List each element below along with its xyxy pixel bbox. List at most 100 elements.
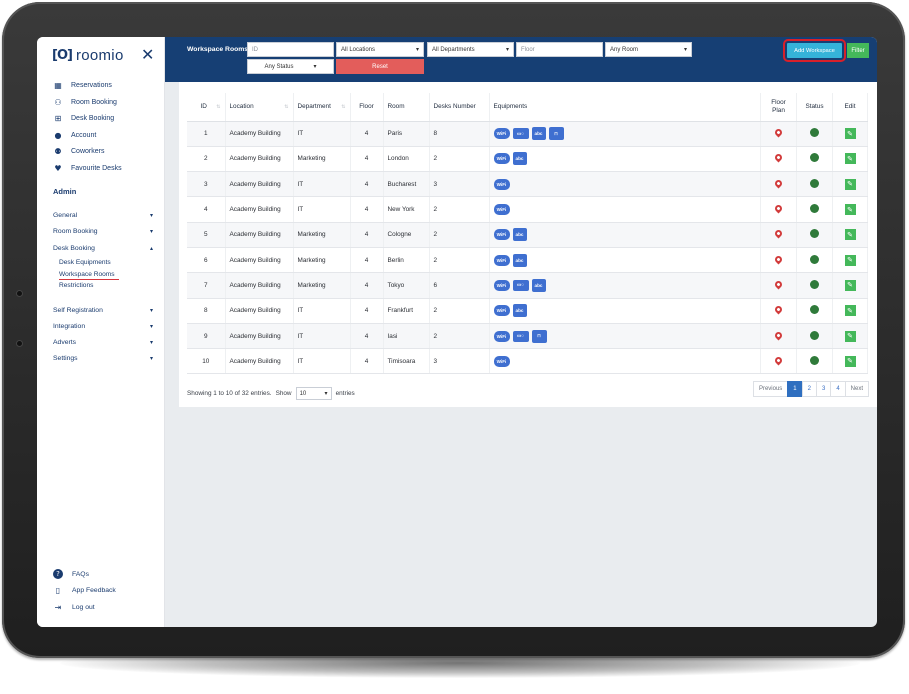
add-workspace-button[interactable]: Add Workspace	[783, 39, 846, 62]
sidebar-item-favourite-desks[interactable]: ♥ Favourite Desks	[53, 164, 121, 173]
edit-button[interactable]: ✎	[844, 355, 856, 367]
filter-button[interactable]: Filter	[847, 43, 869, 58]
submenu-workspace-rooms[interactable]: Workspace Rooms	[59, 271, 119, 280]
cell-floor: 4	[350, 323, 384, 350]
page-size-select[interactable]: 10 ▾	[295, 387, 332, 400]
whiteboard-icon: abc	[531, 127, 546, 141]
location-select[interactable]: All Locations ▾	[336, 42, 424, 57]
edit-button[interactable]: ✎	[844, 330, 856, 342]
edit-button[interactable]: ✎	[844, 128, 856, 140]
menu-label: Self Registration	[53, 307, 103, 314]
entries-label: entries	[335, 390, 355, 397]
cell-id: 1	[187, 121, 226, 147]
chevron-down-icon: ▾	[149, 339, 153, 346]
cell-floor: 4	[350, 247, 384, 274]
room-select[interactable]: Any Room ▾	[605, 42, 692, 57]
room-value: Any Room	[610, 46, 639, 53]
cell-floor: 4	[350, 146, 384, 173]
pagination: Previous 1 2 3 4 Next	[752, 381, 869, 397]
col-desks[interactable]: Desks Number	[429, 93, 490, 122]
sidebar-footer-faqs[interactable]: ? FAQs	[53, 569, 89, 579]
sidebar-item-room-booking[interactable]: ⚇ Room Booking	[53, 98, 117, 107]
cell-equipments: WiFi ▭○ abc	[489, 272, 761, 299]
cell-department: Marketing	[293, 272, 351, 299]
cell-floor-plan	[760, 121, 797, 147]
cell-floor-plan	[760, 323, 797, 350]
close-sidebar-icon[interactable]: ✕	[141, 45, 154, 64]
edit-button[interactable]: ✎	[844, 229, 856, 241]
wifi-icon: WiFi	[493, 204, 510, 216]
cell-location: Academy Building	[225, 323, 294, 350]
map-pin-icon[interactable]	[773, 279, 784, 290]
cell-status	[796, 298, 833, 324]
submenu-restrictions[interactable]: Restrictions	[59, 282, 93, 289]
menu-adverts[interactable]: Adverts ▾	[53, 339, 153, 346]
page-button[interactable]: 1	[787, 381, 803, 397]
sidebar-footer-label: App Feedback	[72, 587, 116, 594]
map-pin-icon[interactable]	[773, 304, 784, 315]
table-row: 8 Academy Building IT 4 Frankfurt 2 WiFi abc ✎	[187, 298, 868, 324]
wifi-icon: WiFi	[493, 229, 510, 241]
side-button	[16, 290, 23, 297]
col-location[interactable]: Location ⇅	[225, 93, 294, 122]
roomio-logo[interactable]: [O] roomio	[52, 47, 124, 64]
page-button[interactable]: 2	[801, 381, 817, 397]
page-button[interactable]: 3	[815, 381, 832, 397]
sidebar-footer-log-out[interactable]: ⇥ Log out	[53, 602, 95, 612]
cell-floor-plan	[760, 222, 797, 248]
menu-settings[interactable]: Settings ▾	[53, 355, 153, 362]
col-department[interactable]: Department ⇅	[293, 93, 351, 122]
department-select[interactable]: All Departments ▾	[427, 42, 514, 57]
cell-department: IT	[293, 323, 351, 350]
map-pin-icon[interactable]	[773, 203, 784, 214]
map-pin-icon[interactable]	[773, 228, 784, 239]
filter-bar: Workspace Rooms ID All Locations ▾ All D…	[165, 37, 877, 82]
col-id[interactable]: ID ⇅	[187, 93, 226, 122]
wifi-icon: WiFi	[493, 330, 510, 342]
cell-department: IT	[293, 348, 351, 375]
edit-button[interactable]: ✎	[844, 254, 856, 266]
previous-page-button[interactable]: Previous	[752, 381, 789, 397]
map-pin-icon[interactable]	[773, 178, 784, 189]
cell-equipments: WiFi ▭○ abc ⊓	[489, 121, 761, 147]
map-pin-icon[interactable]	[773, 152, 784, 163]
col-floor[interactable]: Floor	[350, 93, 384, 122]
edit-button[interactable]: ✎	[844, 279, 856, 291]
id-filter-input[interactable]: ID	[247, 42, 334, 57]
edit-button[interactable]: ✎	[844, 204, 856, 216]
floor-filter-input[interactable]: Floor	[516, 42, 603, 57]
sidebar-item-desk-booking[interactable]: ⊞ Desk Booking	[53, 114, 115, 123]
menu-label: Settings	[53, 355, 78, 362]
sidebar-item-coworkers[interactable]: ⚉ Coworkers	[53, 147, 104, 156]
sidebar-footer-app-feedback[interactable]: ▯ App Feedback	[53, 586, 116, 596]
status-select[interactable]: Any Status ▾	[247, 59, 334, 74]
next-page-button[interactable]: Next	[844, 381, 869, 397]
cell-room: Paris	[383, 121, 430, 147]
logout-icon: ⇥	[54, 602, 62, 612]
map-pin-icon[interactable]	[773, 127, 784, 138]
submenu-desk-equipments[interactable]: Desk Equipments	[59, 259, 111, 266]
page-title: Workspace Rooms	[187, 46, 249, 53]
menu-room-booking[interactable]: Room Booking ▾	[53, 228, 153, 235]
map-pin-icon[interactable]	[773, 355, 784, 366]
map-pin-icon[interactable]	[773, 254, 784, 265]
menu-general[interactable]: General ▾	[53, 212, 153, 219]
status-active-icon	[810, 128, 819, 138]
reset-button[interactable]: Reset	[336, 59, 424, 74]
cell-id: 4	[187, 196, 226, 223]
page-button[interactable]: 4	[830, 381, 846, 397]
projector-icon: ▭○	[512, 128, 529, 140]
map-pin-icon[interactable]	[773, 330, 784, 340]
menu-desk-booking[interactable]: Desk Booking ▴	[53, 245, 153, 252]
col-room[interactable]: Room	[383, 93, 430, 122]
cell-department: IT	[293, 298, 351, 324]
edit-button[interactable]: ✎	[844, 153, 856, 165]
sidebar-item-reservations[interactable]: ▦ Reservations	[53, 81, 112, 90]
menu-integration[interactable]: Integration ▾	[53, 323, 153, 330]
sidebar-item-account[interactable]: ● Account	[53, 131, 97, 140]
menu-self-registration[interactable]: Self Registration ▾	[53, 307, 153, 314]
edit-button[interactable]: ✎	[844, 305, 856, 317]
edit-button[interactable]: ✎	[844, 178, 856, 190]
cell-id: 7	[187, 272, 226, 299]
location-value: All Locations	[341, 46, 376, 53]
